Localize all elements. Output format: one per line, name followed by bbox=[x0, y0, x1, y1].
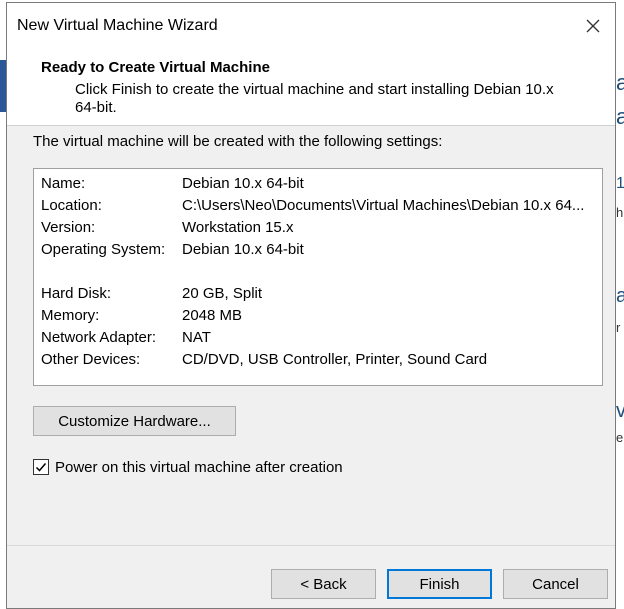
back-button[interactable]: < Back bbox=[271, 569, 376, 599]
power-on-checkbox[interactable] bbox=[33, 459, 49, 475]
background-application: a a 1 hi a r v e bbox=[616, 0, 624, 609]
setting-value: C:\Users\Neo\Documents\Virtual Machines\… bbox=[182, 197, 585, 214]
close-button[interactable] bbox=[577, 11, 609, 41]
setting-key: Hard Disk: bbox=[41, 285, 112, 302]
footer-divider bbox=[7, 545, 615, 546]
setting-value: NAT bbox=[182, 329, 211, 346]
background-glyph: 1 bbox=[616, 175, 624, 192]
page-description: Click Finish to create the virtual machi… bbox=[75, 81, 554, 116]
setting-key: Other Devices: bbox=[41, 351, 141, 368]
setting-key: Memory: bbox=[41, 307, 100, 324]
setting-value: 20 GB, Split bbox=[182, 285, 263, 302]
power-on-label: Power on this virtual machine after crea… bbox=[55, 458, 343, 476]
background-glyph: a bbox=[616, 104, 624, 129]
wizard-dialog: New Virtual Machine Wizard Ready to Crea… bbox=[6, 2, 616, 609]
cancel-button[interactable]: Cancel bbox=[503, 569, 608, 599]
title-bar[interactable]: New Virtual Machine Wizard bbox=[7, 3, 615, 47]
background-glyph: a bbox=[616, 70, 624, 95]
background-glyph: v bbox=[616, 400, 624, 422]
setting-key: Version: bbox=[41, 219, 96, 236]
setting-key: Location: bbox=[41, 197, 102, 214]
settings-intro-text: The virtual machine will be created with… bbox=[33, 133, 443, 150]
setting-key: Name: bbox=[41, 175, 86, 192]
background-glyph: e bbox=[616, 430, 624, 445]
background-glyph: a bbox=[616, 285, 624, 307]
setting-key: Network Adapter: bbox=[41, 329, 157, 346]
wizard-header: Ready to Create Virtual Machine Click Fi… bbox=[7, 47, 615, 126]
checkmark-icon bbox=[35, 463, 47, 472]
page-title: Ready to Create Virtual Machine bbox=[41, 59, 270, 76]
setting-key: Operating System: bbox=[41, 241, 166, 258]
window-title: New Virtual Machine Wizard bbox=[17, 17, 218, 34]
power-on-checkbox-row[interactable]: Power on this virtual machine after crea… bbox=[33, 456, 343, 478]
finish-button[interactable]: Finish bbox=[387, 569, 492, 599]
settings-summary: Name: Debian 10.x 64-bit Location: C:\Us… bbox=[33, 168, 603, 386]
close-icon bbox=[586, 19, 600, 33]
background-glyph: hi bbox=[616, 205, 624, 220]
customize-hardware-button[interactable]: Customize Hardware... bbox=[33, 406, 236, 436]
setting-value: 2048 MB bbox=[182, 307, 243, 324]
setting-value: Debian 10.x 64-bit bbox=[182, 175, 304, 192]
setting-value: Workstation 15.x bbox=[182, 219, 294, 236]
setting-value: CD/DVD, USB Controller, Printer, Sound C… bbox=[182, 351, 488, 368]
background-glyph: r bbox=[616, 320, 621, 335]
setting-value: Debian 10.x 64-bit bbox=[182, 241, 304, 258]
